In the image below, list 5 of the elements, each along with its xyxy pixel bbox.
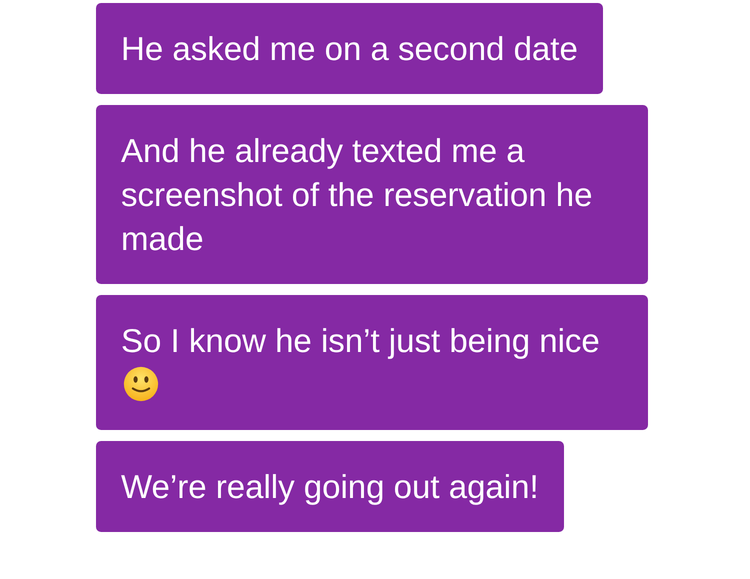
- message-text: He asked me on a second date: [121, 30, 578, 67]
- message-text: We’re really going out again!: [121, 468, 539, 505]
- smiley-face-icon: [123, 366, 159, 402]
- message-text: So I know he isn’t just being nice: [121, 322, 600, 359]
- message-text: And he already texted me a screenshot of the reservation he made: [121, 132, 592, 257]
